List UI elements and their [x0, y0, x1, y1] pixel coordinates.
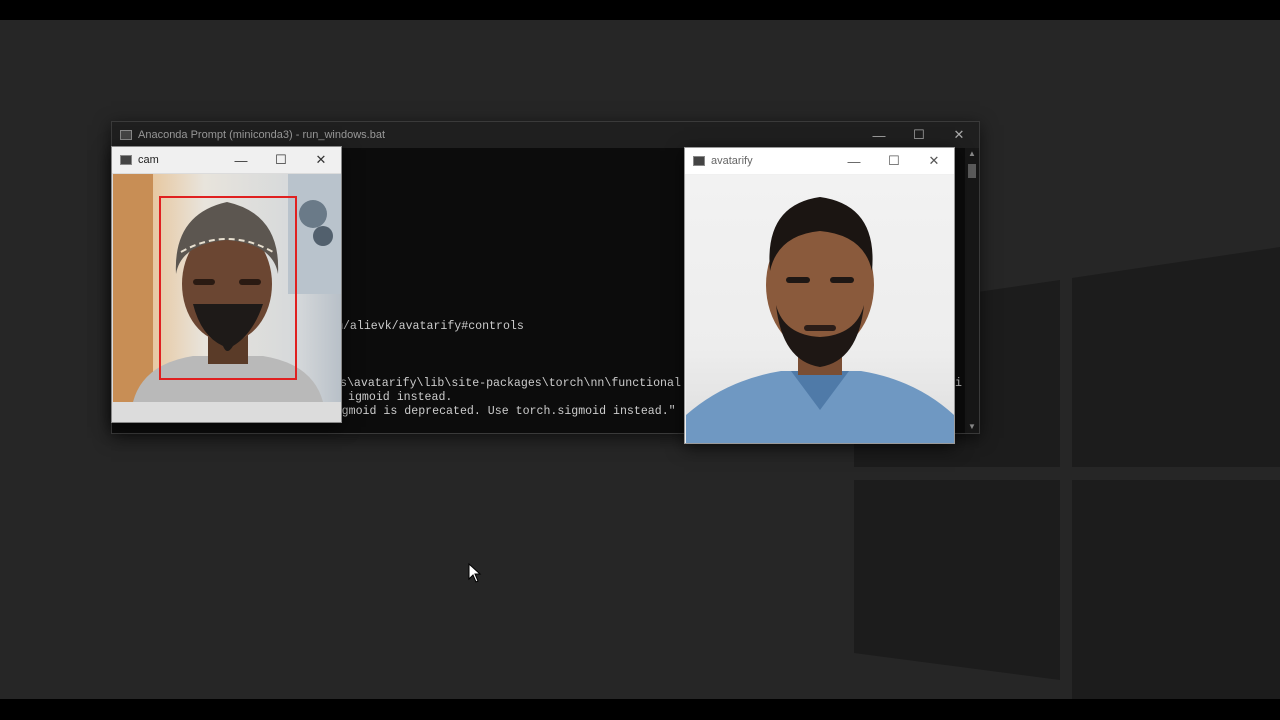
console-line: m/alievk/avatarify#controls: [336, 320, 524, 333]
scroll-down-icon[interactable]: ▼: [965, 421, 979, 433]
console-scrollbar[interactable]: ▲ ▼: [965, 148, 979, 433]
close-button[interactable]: ✕: [914, 148, 954, 174]
prompt-titlebar[interactable]: Anaconda Prompt (miniconda3) - run_windo…: [112, 122, 979, 148]
minimize-button[interactable]: —: [221, 147, 261, 173]
maximize-button[interactable]: ☐: [261, 147, 301, 173]
window-icon: [693, 156, 705, 166]
window-icon: [120, 155, 132, 165]
avatar-output: [686, 175, 954, 443]
console-icon: [120, 130, 132, 140]
cam-window[interactable]: cam — ☐ ✕: [111, 146, 342, 423]
avatarify-titlebar[interactable]: avatarify — ☐ ✕: [685, 148, 954, 174]
avatarify-title: avatarify: [711, 155, 753, 167]
cam-title: cam: [138, 154, 159, 166]
prompt-title: Anaconda Prompt (miniconda3) - run_windo…: [138, 129, 386, 141]
close-button[interactable]: ✕: [301, 147, 341, 173]
avatarify-window[interactable]: avatarify — ☐ ✕: [684, 147, 955, 444]
face-detection-box: [159, 196, 297, 380]
desktop: Anaconda Prompt (miniconda3) - run_windo…: [0, 20, 1280, 699]
cam-titlebar[interactable]: cam — ☐ ✕: [112, 147, 341, 173]
console-line: s\avatarify\lib\site-packages\torch\nn\f…: [340, 377, 681, 390]
minimize-button[interactable]: —: [834, 148, 874, 174]
maximize-button[interactable]: ☐: [874, 148, 914, 174]
scroll-up-icon[interactable]: ▲: [965, 148, 979, 160]
console-line: igmoid instead.: [348, 391, 453, 404]
mouse-cursor-icon: [468, 563, 482, 583]
minimize-button[interactable]: —: [859, 122, 899, 148]
avatar-person-image: [686, 197, 954, 443]
scrollbar-thumb[interactable]: [968, 164, 976, 178]
maximize-button[interactable]: ☐: [899, 122, 939, 148]
close-button[interactable]: ✕: [939, 122, 979, 148]
webcam-feed: [113, 174, 341, 402]
